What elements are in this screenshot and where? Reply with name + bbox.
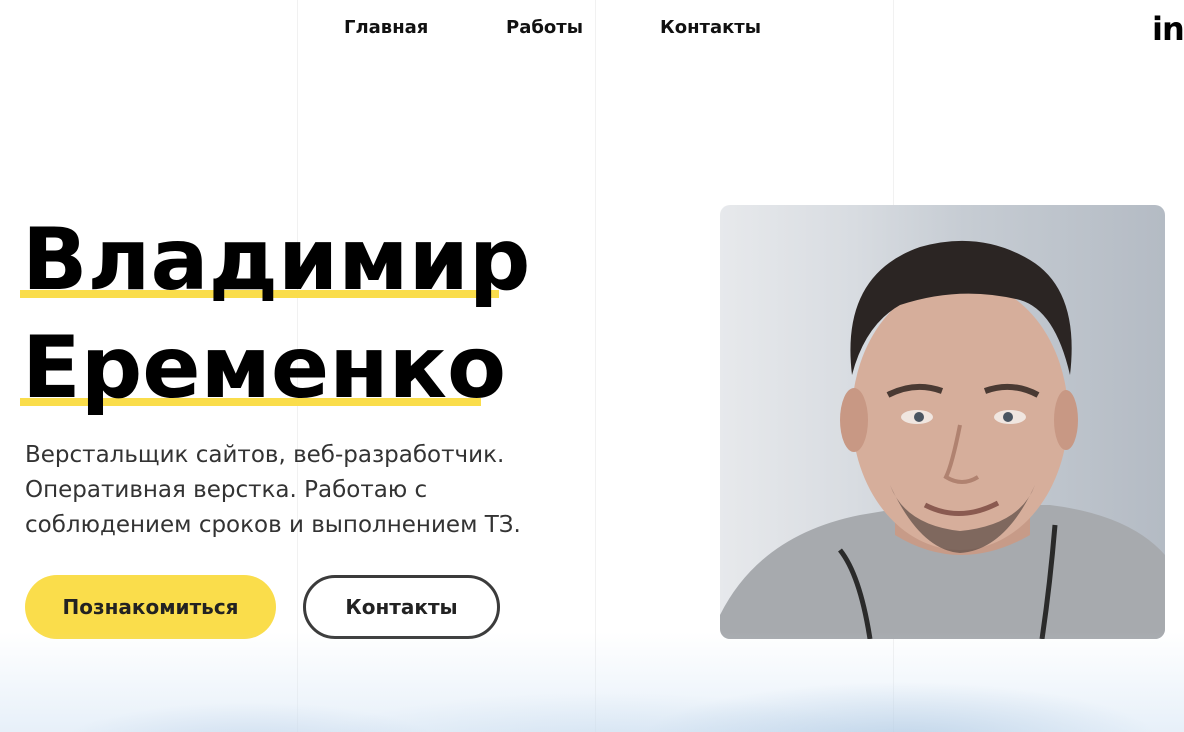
hero-first-name: Владимир (22, 210, 531, 310)
description-line: Верстальщик сайтов, веб-разработчик. (25, 442, 505, 468)
nav-link-home[interactable]: Главная (344, 17, 428, 38)
nav-link-contacts[interactable]: Контакты (660, 17, 761, 38)
nav-link-works[interactable]: Работы (506, 17, 583, 38)
description-line: Оперативная верстка. Работаю с (25, 477, 428, 503)
get-acquainted-button[interactable]: Познакомиться (25, 575, 276, 639)
portrait-illustration (720, 240, 1165, 639)
grid-line (595, 0, 596, 732)
description-line: соблюдением сроков и выполнением ТЗ. (25, 512, 521, 538)
contacts-button[interactable]: Контакты (303, 575, 500, 639)
hero-description: Верстальщик сайтов, веб-разработчик. Опе… (25, 438, 545, 543)
linkedin-icon[interactable]: in (1152, 10, 1184, 48)
hero-last-name: Еременко (22, 318, 507, 418)
portrait-photo (720, 205, 1165, 639)
clouds-background (0, 632, 1184, 732)
